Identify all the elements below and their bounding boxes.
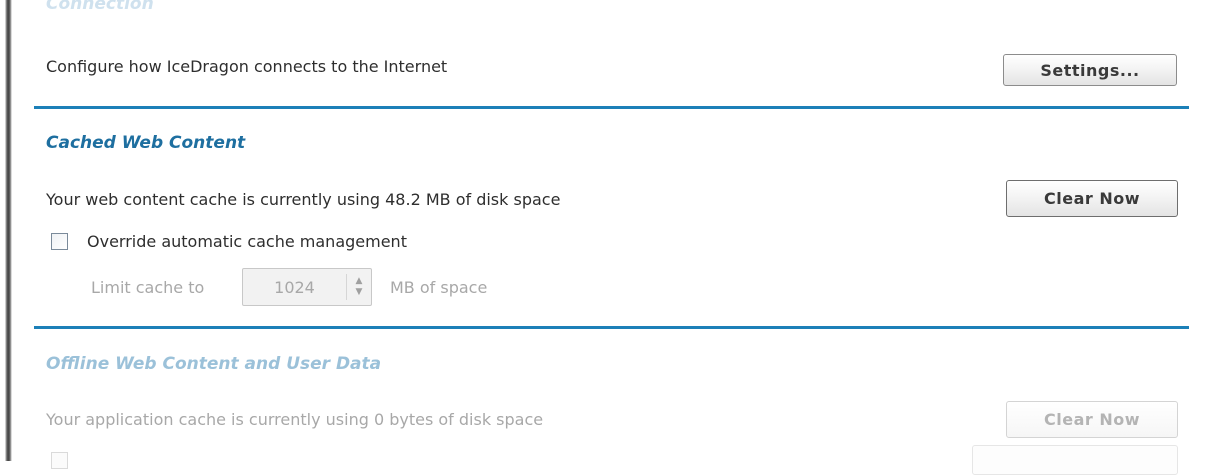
limit-cache-unit: MB of space: [390, 278, 488, 297]
limit-cache-label: Limit cache to: [91, 278, 205, 297]
clear-offline-button[interactable]: Clear Now: [1006, 401, 1178, 438]
window-left-edge: [0, 0, 12, 461]
cache-limit-spinner[interactable]: 1024 ▲ ▼: [242, 268, 372, 306]
connection-settings-label: Settings...: [1040, 60, 1140, 80]
connection-settings-button[interactable]: Settings...: [1003, 54, 1177, 86]
offline-usage-status: Your application cache is currently usin…: [46, 410, 544, 429]
override-cache-checkbox[interactable]: [51, 233, 68, 250]
clear-offline-label: Clear Now: [1044, 410, 1140, 429]
section-divider: [34, 326, 1189, 329]
clear-cache-label: Clear Now: [1044, 189, 1140, 208]
connection-description: Configure how IceDragon connects to the …: [46, 57, 448, 76]
cache-usage-status: Your web content cache is currently usin…: [46, 190, 561, 209]
connection-title: Connection: [46, 0, 154, 14]
section-divider: [34, 106, 1189, 109]
offline-content-title: Offline Web Content and User Data: [46, 354, 382, 374]
offline-exceptions-button[interactable]: [972, 445, 1178, 475]
override-cache-label[interactable]: Override automatic cache management: [87, 232, 407, 251]
cached-content-title: Cached Web Content: [46, 133, 246, 153]
spinner-arrows-icon[interactable]: ▲ ▼: [346, 274, 371, 300]
cache-limit-value: 1024: [274, 277, 315, 297]
clear-cache-button[interactable]: Clear Now: [1006, 180, 1178, 217]
